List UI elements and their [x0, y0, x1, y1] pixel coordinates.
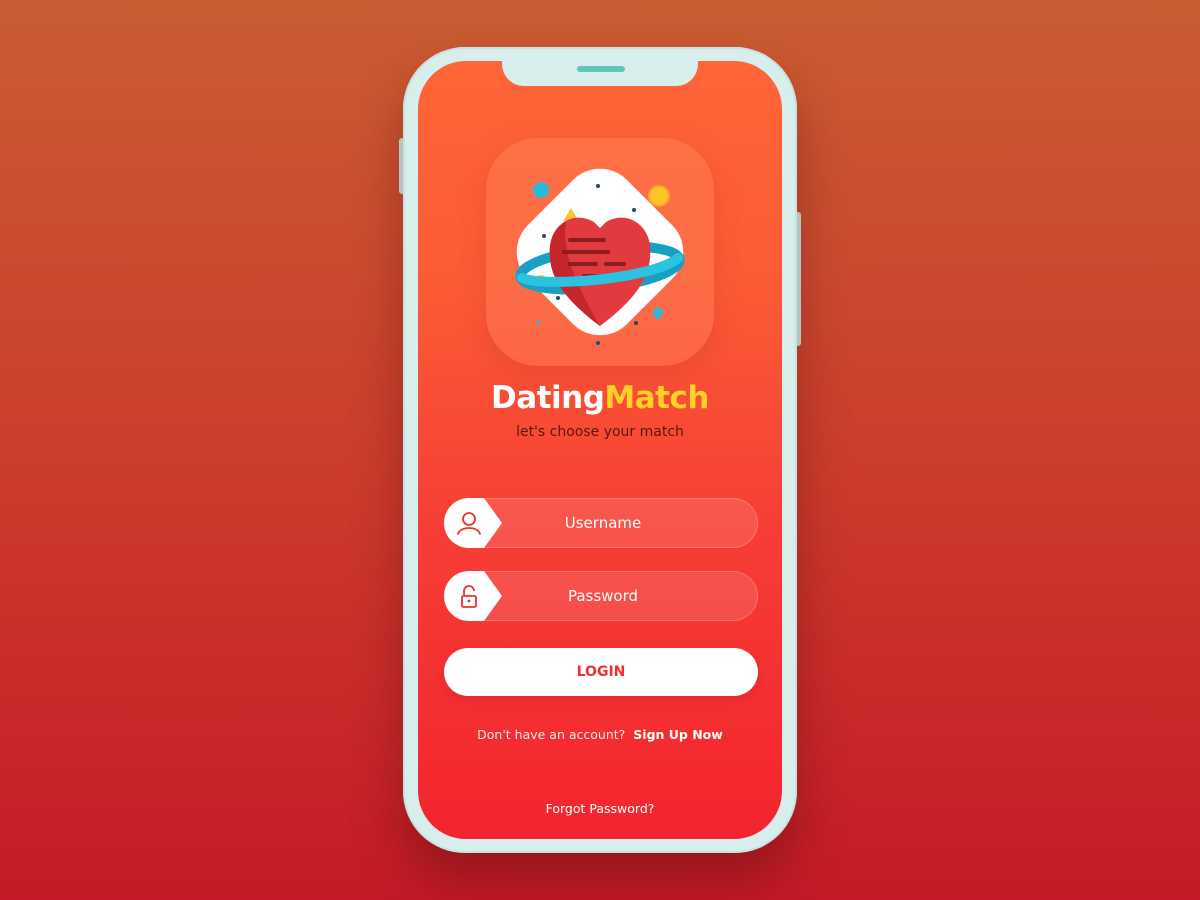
app-tagline: let's choose your match — [516, 424, 684, 440]
username-input[interactable] — [505, 513, 701, 533]
password-input[interactable] — [505, 586, 701, 606]
app-logo — [486, 138, 714, 366]
user-icon — [444, 498, 502, 548]
signup-link[interactable]: Sign Up Now — [633, 727, 723, 742]
app-name: DatingMatch — [418, 380, 782, 416]
forgot-password-link[interactable]: Forgot Password? — [418, 801, 782, 816]
login-button[interactable]: LOGIN — [444, 648, 758, 696]
no-account-text: Don't have an account? — [477, 727, 626, 742]
username-field[interactable] — [444, 498, 758, 548]
heart-planet-icon — [515, 168, 685, 345]
app-name-part1: Dating — [491, 380, 605, 416]
username-badge — [444, 498, 502, 548]
password-field[interactable] — [444, 571, 758, 621]
phone-speaker — [577, 66, 625, 72]
phone-notch — [502, 58, 698, 86]
app-name-part2: Match — [604, 380, 709, 416]
password-badge — [444, 571, 502, 621]
signup-row: Don't have an account? Sign Up Now — [418, 727, 782, 742]
unlock-icon — [444, 571, 502, 621]
